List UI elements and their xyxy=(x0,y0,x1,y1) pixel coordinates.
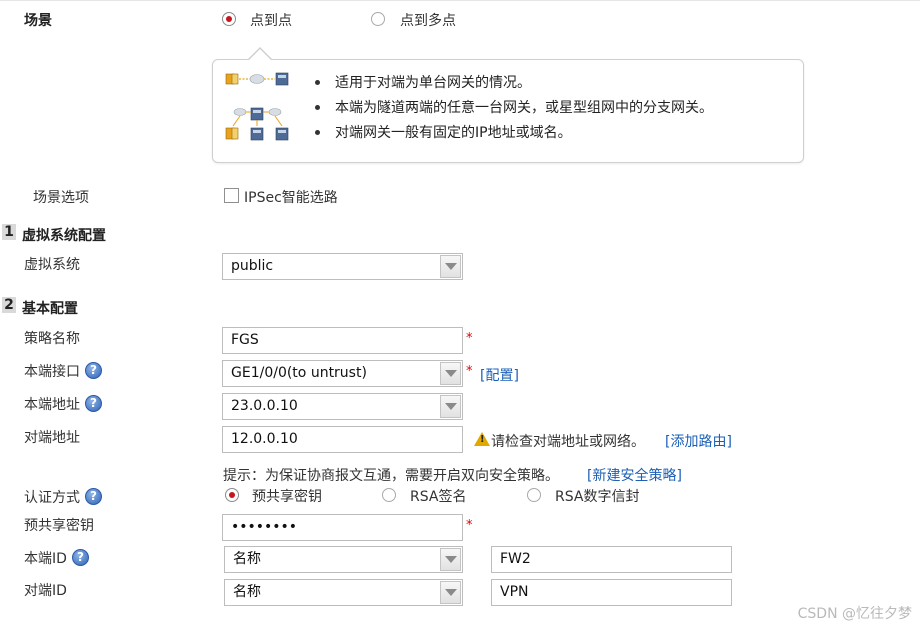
peer-address-input[interactable]: 12.0.0.10 xyxy=(222,426,463,453)
auth-psk-label[interactable]: 预共享密钥 xyxy=(252,486,322,506)
peer-address-label: 对端地址 xyxy=(24,430,80,446)
peer-id-type-select[interactable]: 名称 xyxy=(224,579,463,606)
topology-illustration xyxy=(225,72,289,141)
local-address-label: 本端地址 xyxy=(24,397,80,413)
required-mark: * xyxy=(466,331,473,346)
configure-interface-link[interactable]: [配置] xyxy=(480,365,519,385)
policy-name-value: FGS xyxy=(231,332,259,348)
info-bullet-2: 本端为隧道两端的任意一台网关，或星型组网中的分支网关。 xyxy=(335,100,713,116)
psk-masked-value: •••••••• xyxy=(231,519,298,535)
chevron-down-icon[interactable] xyxy=(440,581,461,604)
local-id-input[interactable]: FW2 xyxy=(491,546,732,573)
top-divider xyxy=(0,0,920,1)
local-id-label: 本端ID xyxy=(24,551,67,567)
add-route-link[interactable]: [添加路由] xyxy=(665,431,732,451)
virtual-system-value: public xyxy=(231,258,274,274)
help-icon[interactable]: ? xyxy=(85,488,102,505)
security-policy-hint: 提示：为保证协商报文互通，需要开启双向安全策略。 xyxy=(223,468,559,484)
warning-icon xyxy=(474,432,490,446)
local-interface-label: 本端接口 xyxy=(24,364,80,380)
info-box-pointer-fill xyxy=(249,49,271,60)
peer-address-warning: 请检查对端地址或网络。 xyxy=(491,434,645,450)
psk-label: 预共享密钥 xyxy=(24,518,94,534)
auth-method-label: 认证方式 xyxy=(24,490,80,506)
peer-id-label: 对端ID xyxy=(24,583,67,599)
bullet-dot xyxy=(315,80,320,85)
chevron-down-icon[interactable] xyxy=(440,362,461,385)
scene-p2p-radio[interactable] xyxy=(222,12,236,26)
policy-name-label: 策略名称 xyxy=(24,331,80,347)
local-id-type-select[interactable]: 名称 xyxy=(224,546,463,573)
watermark: CSDN @忆往夕梦 xyxy=(797,606,912,622)
chevron-down-icon[interactable] xyxy=(440,255,461,278)
section-title-basic-config: 基本配置 xyxy=(22,301,78,317)
auth-psk-radio[interactable] xyxy=(225,488,239,502)
peer-id-input[interactable]: VPN xyxy=(491,579,732,606)
chevron-down-icon[interactable] xyxy=(440,548,461,571)
local-address-value: 23.0.0.10 xyxy=(231,398,298,414)
virtual-system-select[interactable]: public xyxy=(222,253,463,280)
local-interface-select[interactable]: GE1/0/0(to untrust) xyxy=(222,360,463,387)
section-title-virtual-system: 虚拟系统配置 xyxy=(22,228,106,244)
section-number-1: 1 xyxy=(2,224,16,240)
local-id-type-value: 名称 xyxy=(233,551,261,567)
required-mark: * xyxy=(466,364,473,379)
scene-p2p-label[interactable]: 点到点 xyxy=(250,10,292,30)
virtual-system-label: 虚拟系统 xyxy=(24,257,80,273)
peer-id-value: VPN xyxy=(500,584,529,600)
local-interface-value: GE1/0/0(to untrust) xyxy=(231,365,367,381)
bullet-dot xyxy=(315,105,320,110)
help-icon[interactable]: ? xyxy=(85,362,102,379)
scene-p2mp-radio[interactable] xyxy=(371,12,385,26)
auth-rsa-envelope-label[interactable]: RSA数字信封 xyxy=(555,486,639,506)
auth-rsa-sign-label[interactable]: RSA签名 xyxy=(410,486,466,506)
local-id-value: FW2 xyxy=(500,551,531,567)
ipsec-smart-route-label[interactable]: IPSec智能选路 xyxy=(244,187,338,207)
auth-rsa-sign-radio[interactable] xyxy=(382,488,396,502)
info-bullet-1: 适用于对端为单台网关的情况。 xyxy=(335,75,531,91)
new-security-policy-link[interactable]: [新建安全策略] xyxy=(587,465,682,485)
scene-label: 场景 xyxy=(24,13,52,29)
scene-info-box: 适用于对端为单台网关的情况。 本端为隧道两端的任意一台网关，或星型组网中的分支网… xyxy=(212,59,804,163)
scene-p2mp-label[interactable]: 点到多点 xyxy=(400,10,456,30)
help-icon[interactable]: ? xyxy=(85,395,102,412)
chevron-down-icon[interactable] xyxy=(440,395,461,418)
bullet-dot xyxy=(315,130,320,135)
peer-address-value: 12.0.0.10 xyxy=(231,431,298,447)
auth-rsa-envelope-radio[interactable] xyxy=(527,488,541,502)
peer-id-type-value: 名称 xyxy=(233,584,261,600)
help-icon[interactable]: ? xyxy=(72,549,89,566)
ipsec-smart-route-checkbox[interactable] xyxy=(224,188,239,203)
local-address-select[interactable]: 23.0.0.10 xyxy=(222,393,463,420)
policy-name-input[interactable]: FGS xyxy=(222,327,463,354)
required-mark: * xyxy=(466,518,473,533)
psk-password-input[interactable]: •••••••• xyxy=(222,514,463,541)
info-bullet-3: 对端网关一般有固定的IP地址或域名。 xyxy=(335,125,572,141)
section-number-2: 2 xyxy=(2,297,16,313)
scene-options-label: 场景选项 xyxy=(33,190,89,206)
